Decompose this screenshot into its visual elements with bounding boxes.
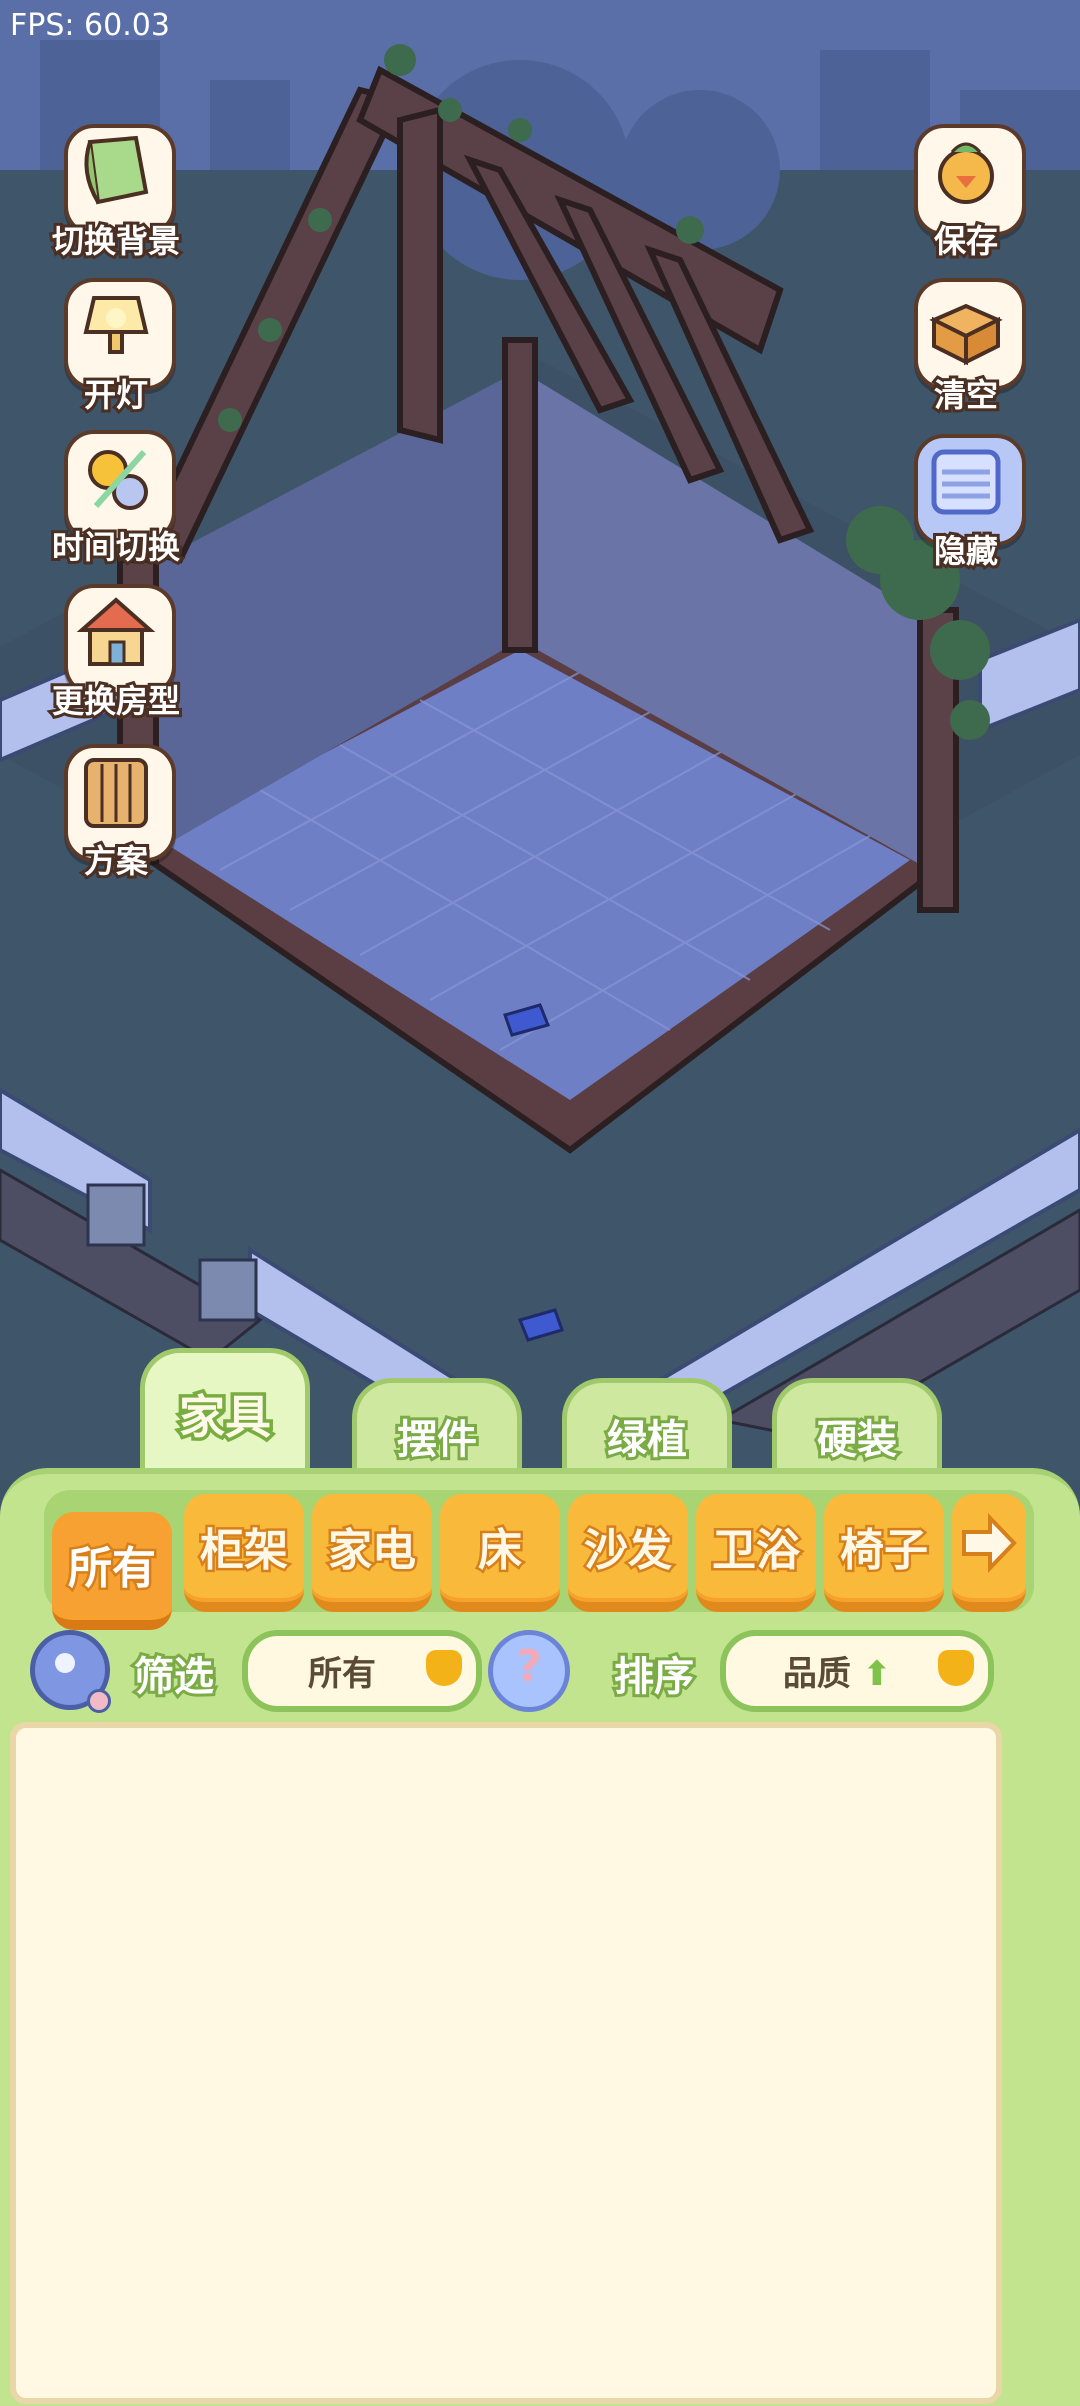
category-shelves[interactable]: 柜架: [184, 1494, 304, 1612]
change-room-type-button[interactable]: 更换房型: [46, 582, 186, 723]
category-chairs-label: 椅子: [838, 1523, 931, 1579]
category-bathroom-label: 卫浴: [710, 1523, 803, 1579]
clear-label: 清空: [931, 373, 1001, 417]
filter-label: 筛选: [131, 1651, 217, 1703]
filter-dropdown[interactable]: 所有: [242, 1630, 482, 1712]
tab-plants-label: 绿植: [604, 1414, 690, 1466]
dropdown-arrow-icon: [938, 1650, 974, 1686]
item-list[interactable]: [10, 1722, 1002, 2404]
category-beds-label: 床: [476, 1523, 525, 1579]
category-bathroom[interactable]: 卫浴: [696, 1494, 816, 1612]
switch-background-label: 切换背景: [49, 219, 183, 263]
filter-value: 所有: [308, 1654, 376, 1694]
tab-furniture[interactable]: 家具: [140, 1348, 310, 1485]
tab-ornaments-label: 摆件: [394, 1414, 480, 1466]
category-next-button[interactable]: [952, 1494, 1026, 1612]
plans-button[interactable]: 方案: [46, 742, 186, 883]
question-mark-icon: ?: [516, 1641, 542, 1692]
arrow-right-icon: [962, 1513, 1017, 1573]
category-sofas[interactable]: 沙发: [568, 1494, 688, 1612]
hide-button[interactable]: 隐藏: [896, 432, 1036, 573]
help-button[interactable]: ?: [488, 1630, 570, 1712]
tab-hard-decor-label: 硬装: [814, 1414, 900, 1466]
tab-furniture-label: 家具: [176, 1387, 275, 1448]
category-shelves-label: 柜架: [198, 1523, 291, 1579]
change-room-type-label: 更换房型: [49, 679, 183, 723]
lamp-icon: [83, 296, 149, 354]
hide-label: 隐藏: [931, 529, 1001, 573]
search-icon: [87, 1689, 111, 1713]
chick-save-icon: [938, 142, 994, 204]
light-on-label: 开灯: [81, 373, 151, 417]
category-beds[interactable]: 床: [440, 1494, 560, 1612]
save-button[interactable]: 保存: [896, 122, 1036, 263]
light-on-button[interactable]: 开灯: [46, 276, 186, 417]
save-label: 保存: [931, 219, 1001, 263]
house-icon: [76, 597, 156, 666]
sort-value: 品质: [782, 1654, 851, 1694]
clear-button[interactable]: 清空: [896, 276, 1036, 417]
category-all-label: 所有: [66, 1541, 159, 1597]
switch-background-button[interactable]: 切换背景: [46, 122, 186, 263]
arrow-up-icon: ⬆: [862, 1654, 892, 1694]
plans-label: 方案: [81, 839, 151, 883]
category-appliances[interactable]: 家电: [312, 1494, 432, 1612]
box-clear-icon: [929, 303, 1003, 366]
sun-moon-icon: [88, 450, 148, 510]
category-all[interactable]: 所有: [52, 1512, 172, 1630]
hide-frame-icon: [931, 449, 1001, 515]
search-button[interactable]: [30, 1630, 111, 1713]
category-chairs[interactable]: 椅子: [824, 1494, 944, 1612]
category-sofas-label: 沙发: [582, 1523, 675, 1579]
sort-label: 排序: [611, 1651, 697, 1703]
plans-crate-icon: [84, 758, 148, 828]
time-switch-label: 时间切换: [49, 525, 183, 569]
wallpaper-roll-icon: [84, 135, 149, 205]
fps-counter: FPS: 60.03: [10, 8, 170, 43]
category-appliances-label: 家电: [326, 1523, 419, 1579]
dropdown-arrow-icon: [426, 1650, 462, 1686]
time-switch-button[interactable]: 时间切换: [46, 428, 186, 569]
sort-dropdown[interactable]: 品质 ⬆: [720, 1630, 994, 1712]
